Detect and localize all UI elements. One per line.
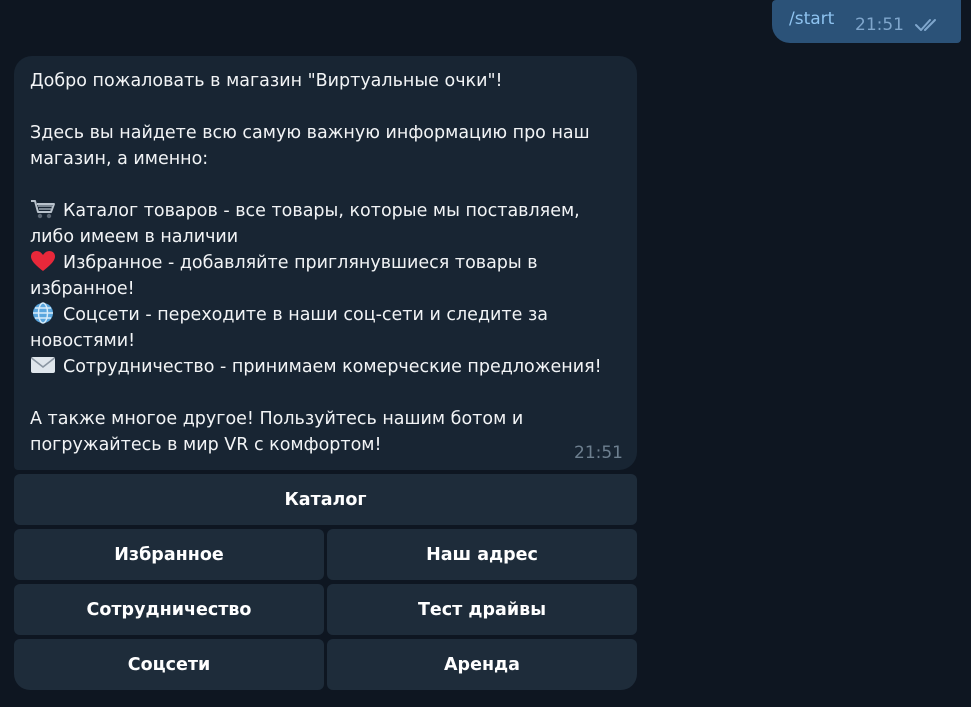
- message-line-welcome: Добро пожаловать в магазин "Виртуальные …: [30, 71, 503, 91]
- shopping-cart-icon: [31, 200, 55, 219]
- message-line-catalog-cont: либо имеем в наличии: [30, 227, 239, 247]
- catalog-button[interactable]: Каталог: [14, 474, 637, 525]
- outgoing-message[interactable]: /start 21:51: [772, 0, 961, 43]
- message-line-cooperation-text: Сотрудничество - принимаем комерческие п…: [63, 357, 602, 377]
- double-check-icon: [915, 19, 936, 31]
- outgoing-message-text: /start: [789, 9, 835, 29]
- globe-icon: [33, 302, 53, 324]
- message-line-socials-cont: новостями!: [30, 331, 136, 351]
- our-address-button[interactable]: Наш адрес: [327, 529, 637, 580]
- message-line-intro-1: Здесь вы найдете всю самую важную информ…: [30, 123, 590, 143]
- envelope-icon: [31, 357, 55, 373]
- message-line-catalog: Каталог товаров - все товары, которые мы…: [30, 198, 621, 224]
- message-line-cooperation: Сотрудничество - принимаем комерческие п…: [30, 354, 621, 380]
- incoming-message-time: 21:51: [574, 443, 623, 463]
- message-line-socials: Соцсети - переходите в наши соц-сети и с…: [30, 302, 621, 328]
- incoming-message[interactable]: Добро пожаловать в магазин "Виртуальные …: [14, 56, 637, 470]
- outgoing-message-time: 21:51: [855, 15, 904, 35]
- rent-button[interactable]: Аренда: [327, 639, 637, 690]
- message-line-catalog-text: Каталог товаров - все товары, которые мы…: [63, 201, 580, 221]
- socials-button[interactable]: Соцсети: [14, 639, 324, 690]
- cooperation-button[interactable]: Сотрудничество: [14, 584, 324, 635]
- message-line-favorites: Избранное - добавляйте приглянувшиеся то…: [30, 250, 621, 276]
- favorites-button[interactable]: Избранное: [14, 529, 324, 580]
- message-line-outro-1: А также многое другое! Пользуйтесь нашим…: [30, 409, 524, 429]
- message-line-favorites-text: Избранное - добавляйте приглянувшиеся то…: [63, 253, 538, 273]
- test-drives-button[interactable]: Тест драйвы: [327, 584, 637, 635]
- message-line-intro-2: магазин, а именно:: [30, 149, 209, 169]
- message-line-favorites-cont: избранное!: [30, 279, 135, 299]
- heart-icon: [31, 251, 55, 271]
- message-line-socials-text: Соцсети - переходите в наши соц-сети и с…: [63, 305, 548, 325]
- message-line-outro-2: погружайтесь в мир VR с комфортом!: [30, 435, 382, 455]
